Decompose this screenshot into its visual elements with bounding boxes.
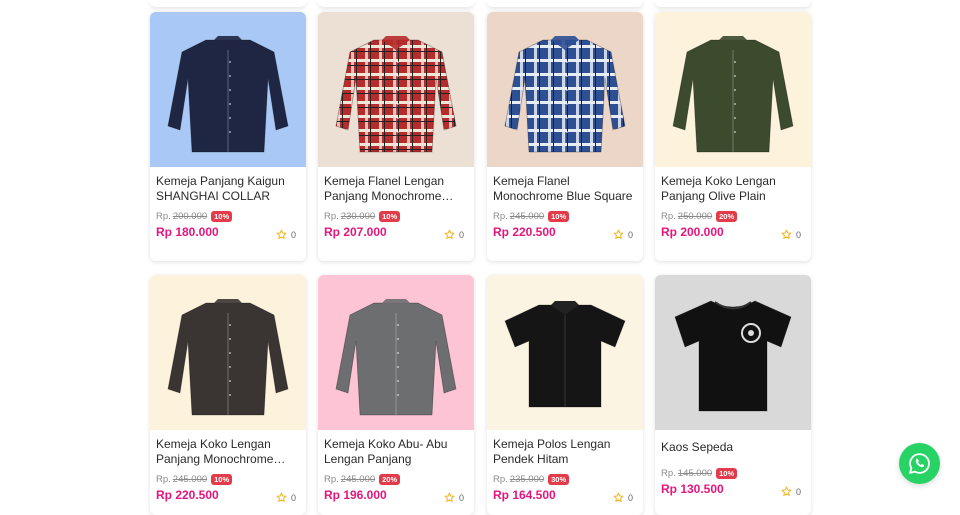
star-outline-icon [276,229,287,239]
rating: 0 [613,492,633,503]
product-card[interactable]: Kemeja Polos Lengan Pendek Hitam Rp. 235… [487,275,643,515]
rating-count: 0 [458,229,464,240]
currency-label: Rp. [324,211,339,222]
product-grid: Kemeja Panjang Kaigun SHANGHAI COLLAR Rp… [0,0,960,515]
product-title[interactable]: Kemeja Koko Abu- Abu Lengan Panjang [324,437,468,467]
discount-badge: 20% [379,474,401,485]
product-card[interactable]: Kemeja Flanel Lengan Panjang Monochrome … [318,12,474,261]
whatsapp-icon [909,453,930,474]
rating-count: 0 [290,492,296,503]
currency-label: Rp. [661,468,676,479]
original-price: 230.000 [340,211,376,222]
original-price-row: Rp. 145.000 10% [661,467,805,480]
product-photo[interactable] [150,12,306,167]
rating: 0 [276,492,296,503]
product-image[interactable] [150,12,306,167]
rating: 0 [781,229,801,240]
product-image[interactable] [150,275,306,430]
original-price: 245.000 [509,211,545,222]
product-info: Kemeja Koko Lengan Panjang Olive Plain R… [655,167,811,240]
original-price-row: Rp. 230.000 10% [324,210,468,223]
star-outline-icon [444,492,455,502]
product-image[interactable] [318,12,474,167]
star-outline-icon [613,492,624,502]
original-price-row: Rp. 235.000 30% [493,473,637,486]
rating: 0 [276,229,296,240]
discount-badge: 10% [211,474,233,485]
product-image[interactable] [487,275,643,430]
discount-badge: 30% [548,474,570,485]
product-image[interactable] [318,275,474,430]
product-photo[interactable] [655,12,811,167]
product-title[interactable]: Kemeja Flanel Monochrome Blue Square [493,174,637,204]
currency-label: Rp. [493,211,508,222]
rating: 0 [781,486,801,497]
product-card[interactable]: Kaos Sepeda Monochrome Rp. 145.000 10% R… [655,275,811,515]
product-title[interactable]: Kemeja Polos Lengan Pendek Hitam [493,437,637,467]
product-info: Kemeja Koko Lengan Panjang Monochrome Co… [150,430,306,503]
rating: 0 [444,492,464,503]
discount-badge: 20% [716,211,738,222]
product-photo[interactable] [318,12,474,167]
star-outline-icon [276,492,287,502]
product-title[interactable]: Kemeja Flanel Lengan Panjang Monochrome … [324,174,468,204]
product-card[interactable]: Kemeja Koko Lengan Panjang Olive Plain R… [655,12,811,261]
rating-count: 0 [627,229,633,240]
original-price-row: Rp. 200.000 10% [156,210,300,223]
original-price-row: Rp. 245.000 10% [156,473,300,486]
product-info: Kemeja Koko Abu- Abu Lengan Panjang Rp. … [318,430,474,503]
product-photo[interactable] [318,275,474,430]
original-price: 245.000 [172,474,208,485]
original-price: 235.000 [509,474,545,485]
star-outline-icon [444,229,455,239]
product-card[interactable]: Kemeja Koko Lengan Panjang Monochrome Co… [150,275,306,515]
product-image[interactable] [655,275,811,430]
currency-label: Rp. [324,474,339,485]
discount-badge: 10% [716,468,738,479]
product-info: Kaos Sepeda Monochrome Rp. 145.000 10% R… [655,430,811,497]
product-photo[interactable] [655,275,811,430]
original-price-row: Rp. 245.000 10% [493,210,637,223]
original-price: 145.000 [677,468,713,479]
currency-label: Rp. [156,474,171,485]
product-title[interactable]: Kaos Sepeda Monochrome [661,440,805,455]
discount-badge: 10% [211,211,233,222]
product-info: Kemeja Panjang Kaigun SHANGHAI COLLAR Rp… [150,167,306,240]
rating-count: 0 [290,229,296,240]
product-info: Kemeja Polos Lengan Pendek Hitam Rp. 235… [487,430,643,503]
product-title[interactable]: Kemeja Panjang Kaigun SHANGHAI COLLAR [156,174,300,204]
star-outline-icon [781,229,792,239]
product-photo[interactable] [150,275,306,430]
discount-badge: 10% [379,211,401,222]
rating: 0 [444,229,464,240]
currency-label: Rp. [661,211,676,222]
product-photo[interactable] [487,12,643,167]
product-card[interactable]: Kemeja Panjang Kaigun SHANGHAI COLLAR Rp… [150,12,306,261]
rating-count: 0 [795,229,801,240]
original-price: 200.000 [172,211,208,222]
original-price-row: Rp. 250.000 20% [661,210,805,223]
rating: 0 [613,229,633,240]
currency-label: Rp. [493,474,508,485]
product-image[interactable] [655,12,811,167]
rating-count: 0 [627,492,633,503]
product-info: Kemeja Flanel Monochrome Blue Square Rp.… [487,167,643,240]
product-photo[interactable] [487,275,643,430]
product-card[interactable]: Kemeja Flanel Monochrome Blue Square Rp.… [487,12,643,261]
product-image[interactable] [487,12,643,167]
whatsapp-chat-button[interactable] [899,443,940,484]
product-title[interactable]: Kemeja Koko Lengan Panjang Olive Plain [661,174,805,204]
discount-badge: 10% [548,211,570,222]
original-price: 250.000 [677,211,713,222]
original-price: 245.000 [340,474,376,485]
star-outline-icon [613,229,624,239]
product-info: Kemeja Flanel Lengan Panjang Monochrome … [318,167,474,240]
rating-count: 0 [795,486,801,497]
star-outline-icon [781,486,792,496]
product-card[interactable]: Kemeja Koko Abu- Abu Lengan Panjang Rp. … [318,275,474,515]
currency-label: Rp. [156,211,171,222]
rating-count: 0 [458,492,464,503]
product-title[interactable]: Kemeja Koko Lengan Panjang Monochrome Co… [156,437,300,467]
original-price-row: Rp. 245.000 20% [324,473,468,486]
